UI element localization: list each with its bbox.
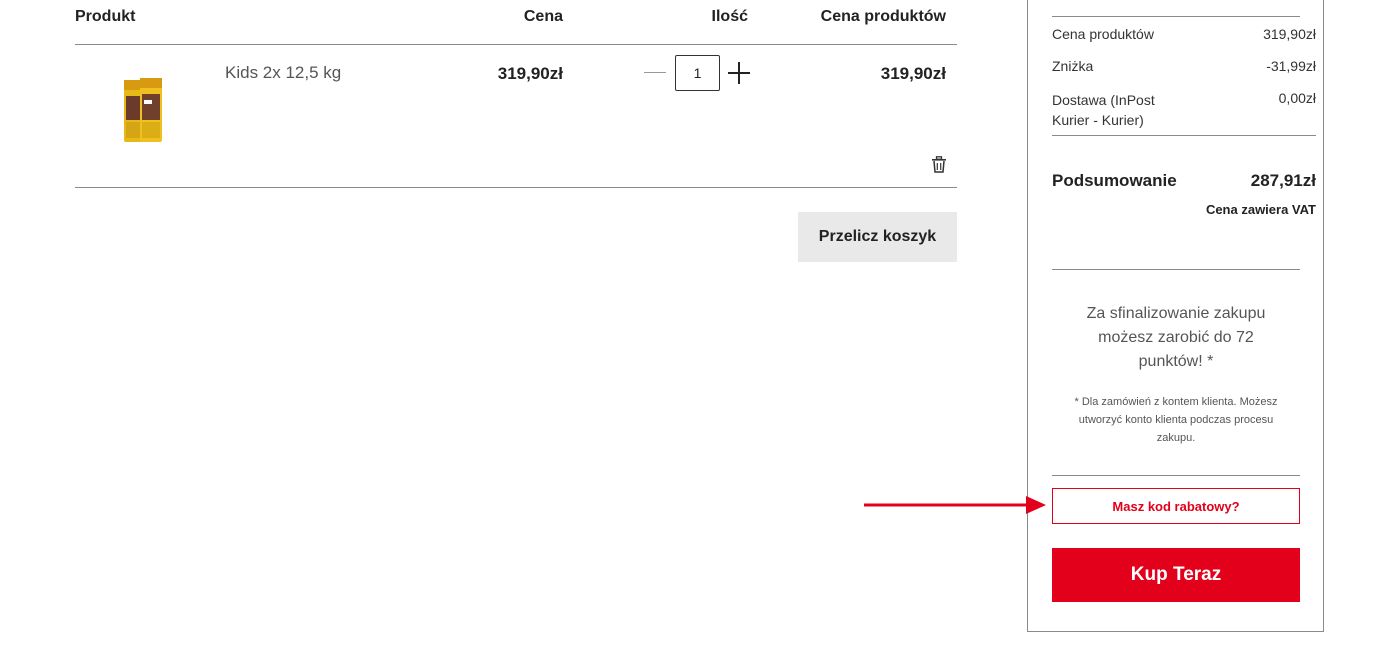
summary-discount-label: Zniżka bbox=[1052, 58, 1094, 74]
summary-points-divider bbox=[1052, 269, 1300, 270]
table-row-divider bbox=[75, 187, 957, 188]
red-arrow-icon bbox=[864, 495, 1046, 515]
header-total: Cena produktów bbox=[820, 8, 946, 25]
summary-total-value: 287,91zł bbox=[1250, 171, 1316, 190]
loyalty-points-message: Za sfinalizowanie zakupu możesz zarobić … bbox=[1052, 302, 1300, 374]
table-header-divider bbox=[75, 44, 957, 45]
summary-products-label: Cena produktów bbox=[1052, 26, 1154, 42]
header-product: Produkt bbox=[75, 8, 136, 25]
trash-icon[interactable] bbox=[931, 156, 947, 173]
product-price: 319,90zł bbox=[497, 64, 563, 83]
header-quantity: Ilość bbox=[711, 8, 748, 25]
points-line-3: punktów! * bbox=[1138, 353, 1214, 370]
quantity-input[interactable] bbox=[675, 55, 720, 91]
summary-delivery-value: 0,00zł bbox=[1278, 90, 1316, 106]
summary-delivery-label: Dostawa (InPost Kurier - Kurier) bbox=[1052, 90, 1155, 130]
summary-coupon-divider bbox=[1052, 475, 1300, 476]
buy-now-button[interactable]: Kup Teraz bbox=[1052, 548, 1300, 602]
summary-total-label: Podsumowanie bbox=[1052, 171, 1177, 190]
decrease-quantity-button[interactable] bbox=[640, 58, 670, 88]
vat-note: Cena zawiera VAT bbox=[1205, 202, 1316, 217]
summary-top-divider bbox=[1052, 16, 1300, 17]
points-footnote-line-2: utworzyć konto klienta podczas procesu bbox=[1078, 414, 1274, 426]
summary-discount-value: -31,99zł bbox=[1266, 58, 1316, 74]
summary-products-value: 319,90zł bbox=[1263, 26, 1316, 42]
points-line-1: Za sfinalizowanie zakupu bbox=[1086, 305, 1266, 322]
points-footnote: * Dla zamówień z kontem klienta. Możesz … bbox=[1056, 393, 1296, 447]
dog-food-bag-icon bbox=[124, 78, 162, 142]
points-footnote-line-3: zakupu. bbox=[1156, 432, 1196, 444]
product-total: 319,90zł bbox=[880, 64, 946, 83]
points-footnote-line-1: * Dla zamówień z kontem klienta. Możesz bbox=[1074, 396, 1278, 408]
header-price: Cena bbox=[523, 8, 563, 25]
summary-delivery-label-line2: Kurier - Kurier) bbox=[1052, 112, 1144, 128]
summary-mid-divider bbox=[1052, 135, 1316, 136]
plus-icon increase-quantity-button[interactable] bbox=[726, 60, 752, 86]
product-image[interactable] bbox=[104, 76, 170, 146]
product-name[interactable]: Kids 2x 12,5 kg bbox=[225, 63, 341, 83]
summary-delivery-label-line1: Dostawa (InPost bbox=[1052, 92, 1155, 108]
discount-code-button[interactable]: Masz kod rabatowy? bbox=[1052, 488, 1300, 524]
recalculate-cart-button[interactable]: Przelicz koszyk bbox=[798, 212, 957, 262]
points-line-2: możesz zarobić do 72 bbox=[1098, 329, 1254, 346]
